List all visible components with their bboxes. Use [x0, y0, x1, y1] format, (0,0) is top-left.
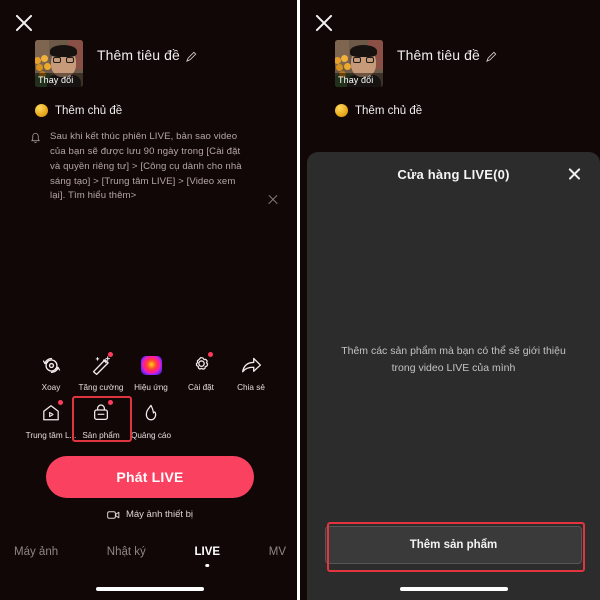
tool-hieu-ung[interactable]: Hiệu ứng: [126, 352, 176, 392]
cover-change-label[interactable]: Thay đổi: [335, 73, 383, 87]
nav-label: Máy ảnh: [14, 546, 59, 558]
cover-person-glasses: [353, 57, 374, 63]
tool-grid: Xoay Tăng cường Hiệu ứng Cài đặt Chia sẻ…: [26, 352, 276, 440]
live-cover-thumbnail[interactable]: Thay đổi: [335, 40, 383, 87]
device-camera-row[interactable]: Máy ảnh thiết bị: [0, 509, 300, 520]
cover-person-glasses: [53, 57, 74, 63]
bottom-mode-nav: Máy ảnh Nhật ký LIVE MV: [0, 546, 300, 567]
notice-text: Sau khi kết thúc phiên LIVE, bản sao vid…: [50, 131, 242, 202]
go-live-button[interactable]: Phát LIVE: [46, 456, 254, 498]
tool-xoay[interactable]: Xoay: [26, 352, 76, 392]
nav-label: MV: [268, 546, 286, 558]
add-topic-row[interactable]: Thêm chủ đề: [35, 104, 122, 117]
home-indicator: [96, 587, 204, 591]
left-phone-screen: Thay đổi Thêm tiêu đề Thêm chủ đề Sau kh…: [0, 0, 300, 600]
live-center-house-icon: [38, 400, 64, 426]
tool-row-1: Xoay Tăng cường Hiệu ứng Cài đặt Chia sẻ: [26, 352, 276, 392]
add-title-label: Thêm tiêu đề: [397, 47, 480, 63]
video-camera-icon: [107, 510, 120, 520]
close-icon[interactable]: [313, 12, 335, 34]
gear-icon: [188, 352, 214, 378]
add-topic-row[interactable]: Thêm chủ đề: [335, 104, 422, 117]
tool-quang-cao[interactable]: Quảng cáo: [126, 400, 176, 440]
flame-icon: [138, 400, 164, 426]
cover-change-label[interactable]: Thay đổi: [35, 73, 83, 87]
home-indicator: [399, 587, 508, 591]
nav-label: Nhật ký: [106, 546, 146, 558]
nav-item-live[interactable]: LIVE: [188, 546, 226, 567]
tool-trung-tam-live[interactable]: Trung tâm L...: [26, 400, 76, 440]
live-cover-title-row: Thay đổi Thêm tiêu đề: [35, 40, 197, 87]
live-cover-thumbnail[interactable]: Thay đổi: [35, 40, 83, 87]
tool-label: Xoay: [41, 383, 61, 392]
add-product-button[interactable]: Thêm sản phẩm: [325, 526, 582, 564]
active-indicator-dot: [205, 563, 210, 567]
live-replay-notice: Sau khi kết thúc phiên LIVE, bản sao vid…: [30, 130, 275, 204]
pencil-icon[interactable]: [186, 51, 197, 62]
effects-icon: [138, 352, 164, 378]
tool-chia-se[interactable]: Chia sẻ: [226, 352, 276, 392]
add-title-label: Thêm tiêu đề: [97, 47, 180, 63]
close-icon[interactable]: [567, 166, 582, 181]
tool-label: Cài đặt: [188, 383, 214, 392]
sheet-empty-state: Thêm các sản phẩm mà bạn có thể sẽ giới …: [307, 196, 600, 524]
tool-label: Trung tâm L...: [25, 431, 77, 440]
tool-san-pham[interactable]: Sản phẩm: [76, 400, 126, 440]
badge-dot: [108, 352, 113, 357]
device-camera-label: Máy ảnh thiết bị: [125, 509, 194, 520]
close-icon[interactable]: [13, 12, 35, 34]
add-title-row[interactable]: Thêm tiêu đề: [397, 47, 497, 63]
sheet-title: Cửa hàng LIVE(0): [397, 166, 510, 182]
add-topic-label: Thêm chủ đề: [355, 104, 423, 117]
badge-dot: [108, 400, 113, 405]
topic-coin-icon: [335, 104, 348, 117]
share-arrow-icon: [238, 352, 264, 378]
magic-wand-icon: [88, 352, 114, 378]
badge-dot: [58, 400, 63, 405]
tool-label: Chia sẻ: [237, 383, 265, 392]
tool-label: Sản phẩm: [82, 431, 120, 440]
bell-icon: [30, 132, 42, 204]
add-title-row[interactable]: Thêm tiêu đề: [97, 47, 197, 63]
cover-person-hair: [350, 45, 377, 57]
right-phone-screen: Thay đổi Thêm tiêu đề Thêm chủ đề Cửa hà…: [300, 0, 600, 600]
tool-cai-dat[interactable]: Cài đặt: [176, 352, 226, 392]
tool-label: Tăng cường: [78, 383, 124, 392]
tool-tang-cuong[interactable]: Tăng cường: [76, 352, 126, 392]
shopping-bag-icon: [88, 400, 114, 426]
nav-item-mv[interactable]: MV: [263, 546, 292, 558]
badge-dot: [208, 352, 213, 357]
live-shop-bottom-sheet: Cửa hàng LIVE(0) Thêm các sản phẩm mà bạ…: [307, 152, 600, 600]
topic-coin-icon: [35, 104, 48, 117]
cover-person-hair: [50, 45, 77, 57]
flip-camera-icon: [38, 352, 64, 378]
tool-label: Hiệu ứng: [134, 383, 168, 392]
pencil-icon[interactable]: [486, 51, 497, 62]
screenshot-root: Thay đổi Thêm tiêu đề Thêm chủ đề Sau kh…: [0, 0, 600, 600]
tool-row-2: Trung tâm L... Sản phẩm Quảng cáo: [26, 400, 276, 440]
add-topic-label: Thêm chủ đề: [55, 104, 123, 117]
live-cover-title-row: Thay đổi Thêm tiêu đề: [335, 40, 497, 87]
notice-close-icon[interactable]: [267, 194, 279, 206]
panel-divider: [297, 0, 300, 600]
tool-label: Quảng cáo: [130, 431, 172, 440]
nav-label: LIVE: [194, 546, 221, 558]
sheet-empty-text: Thêm các sản phẩm mà bạn có thể sẽ giới …: [341, 345, 566, 374]
sheet-header: Cửa hàng LIVE(0): [307, 152, 600, 196]
nav-item-may-anh[interactable]: Máy ảnh: [8, 546, 64, 558]
nav-item-nhat-ky[interactable]: Nhật ký: [101, 546, 152, 558]
